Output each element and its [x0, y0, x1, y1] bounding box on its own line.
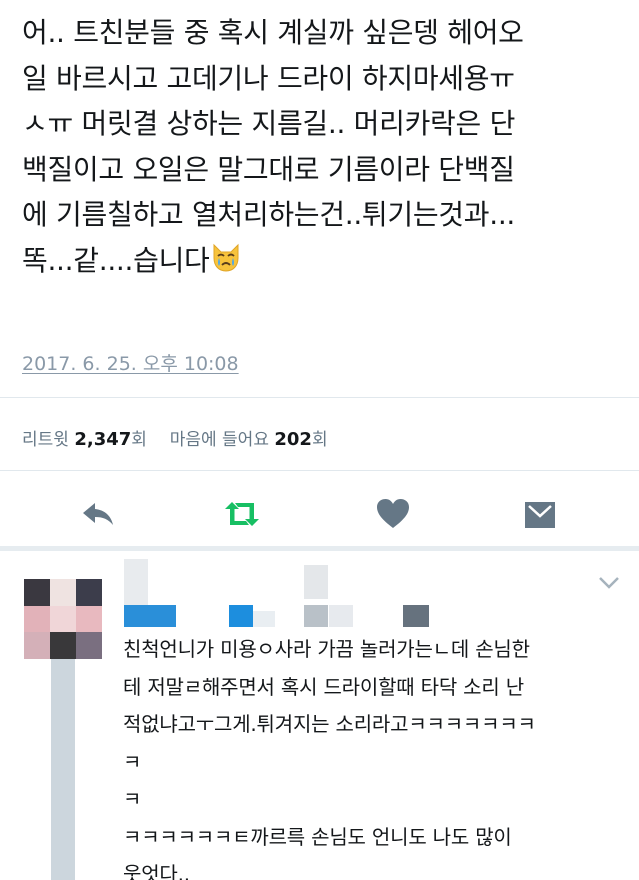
- reply-arrow-icon: [83, 503, 113, 525]
- divider: [0, 470, 639, 471]
- reply-line: ㅋ: [123, 787, 142, 811]
- direct-message-button[interactable]: [520, 494, 560, 534]
- like-count[interactable]: 202: [274, 429, 312, 450]
- retweet-button[interactable]: [222, 494, 262, 534]
- tweet-line: 어.. 트친분들 중 혹시 계실까 싶은뎅 헤어오: [22, 16, 524, 49]
- reply-button[interactable]: [78, 494, 118, 534]
- tweet-timestamp[interactable]: 2017. 6. 25. 오후 10:08: [22, 349, 239, 376]
- reply-line: 웃엇다..: [123, 862, 190, 880]
- retweet-count[interactable]: 2,347: [74, 429, 131, 450]
- pixelated-avatar[interactable]: [24, 579, 102, 659]
- tweet-stats: 리트윗 2,347회 마음에 들어요 202회: [22, 425, 328, 450]
- divider: [0, 397, 639, 398]
- retweet-icon: [225, 502, 259, 526]
- reply-line: ㅋ: [123, 749, 142, 774]
- retweet-unit: 회: [131, 430, 147, 450]
- tweet-text: 어.. 트친분들 중 혹시 계실까 싶은뎅 헤어오 일 바르시고 고데기나 드라…: [22, 10, 622, 283]
- reply-tweet[interactable]: 친척언니가 미용ㅇ사라 가끔 놀러가는ㄴ데 손님한 테 저말ㄹ해주면서 혹시 드…: [0, 551, 639, 880]
- heart-icon: [377, 499, 409, 528]
- tweet-line-text: 똑...같....습니다: [22, 243, 210, 277]
- tweet-last-line: 똑...같....습니다: [22, 238, 622, 284]
- like-button[interactable]: [373, 494, 413, 534]
- tweet-line: 일 바르시고 고데기나 드라이 하지마세용ㅠ: [22, 61, 515, 95]
- tweet-line: 백질이고 오일은 말그대로 기름이라 단백질: [22, 152, 515, 186]
- like-unit: 회: [311, 430, 328, 450]
- chevron-down-icon[interactable]: [596, 573, 622, 593]
- reply-line: ㅋㅋㅋㅋㅋㅋㅌ까르륵 손님도 언니도 나도 많이: [123, 824, 512, 849]
- thread-connector-line: [51, 651, 75, 880]
- tweet-line: ㅅㅠ 머릿결 상하는 지름길.. 머리카락은 단: [22, 107, 516, 140]
- retweet-label: 리트윗: [22, 430, 69, 450]
- like-label: 마음에 들어요: [169, 430, 269, 450]
- tweet-line: 에 기름칠하고 열처리하는건..튀기는것과...: [22, 198, 516, 231]
- crying-cat-emoji-icon: [213, 243, 239, 272]
- envelope-icon: [525, 502, 555, 528]
- reply-line: 적없냐고ㅜ그게.튀겨지는 소리라고ㅋㅋㅋㅋㅋㅋㅋ: [123, 712, 536, 736]
- reply-text: 친척언니가 미용ㅇ사라 가끔 놀러가는ㄴ데 손님한 테 저말ㄹ해주면서 혹시 드…: [123, 631, 633, 880]
- reply-line: 테 저말ㄹ해주면서 혹시 드라이할때 타닥 소리 난: [123, 674, 524, 699]
- tweet-actions: [0, 494, 639, 534]
- reply-line: 친척언니가 미용ㅇ사라 가끔 놀러가는ㄴ데 손님한: [123, 637, 530, 661]
